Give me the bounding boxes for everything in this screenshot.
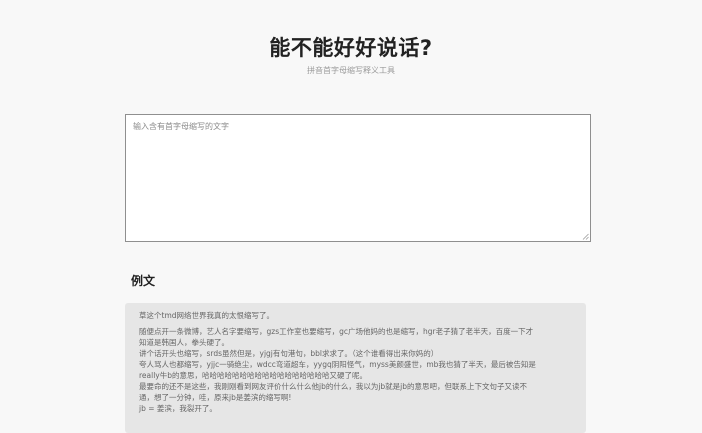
page-title: 能不能好好说话? <box>269 36 433 60</box>
example-line: 夸人骂人也都缩写，yjjc一骑绝尘，wdcc弯道超车，yygq阴阳怪气，myss… <box>139 360 536 369</box>
example-line: 通，想了一分钟，哇，原来jb是姜滨的缩写啊! <box>139 393 292 402</box>
example-text-box: 草这个tmd网络世界我真的太恨缩写了。 随便点开一条微博，艺人名字要缩写，gzs… <box>125 303 586 433</box>
text-input-container <box>125 114 591 242</box>
example-intro: 草这个tmd网络世界我真的太恨缩写了。 <box>139 311 275 320</box>
example-heading: 例文 <box>131 274 156 288</box>
page-header: 能不能好好说话? 拼音首字母缩写释义工具 <box>0 34 702 77</box>
page-subtitle: 拼音首字母缩写释义工具 <box>307 66 395 75</box>
abbreviation-text-input[interactable] <box>126 115 590 241</box>
example-line: 讲个话开头也缩写，srds虽然但是，yjgj有句港句，bbl求求了。（这个谁看得… <box>139 349 439 358</box>
example-line: 知道是韩国人，拳头硬了。 <box>139 338 229 347</box>
example-line: 最要命的还不是这些，我刚刚看到网友评价什么什么他jb的什么，我以为jb就是jb的… <box>139 382 528 391</box>
example-line: really牛b的意思，哈哈哈哈哈哈哈哈哈哈哈哈哈哈哈哈哈又硬了呢。 <box>139 371 367 380</box>
example-line: jb = 姜滨，我裂开了。 <box>139 404 217 413</box>
example-line: 随便点开一条微博，艺人名字要缩写，gzs工作室也要缩写，gc广场他妈的也是缩写，… <box>139 327 534 336</box>
resize-handle-icon[interactable] <box>582 233 589 240</box>
